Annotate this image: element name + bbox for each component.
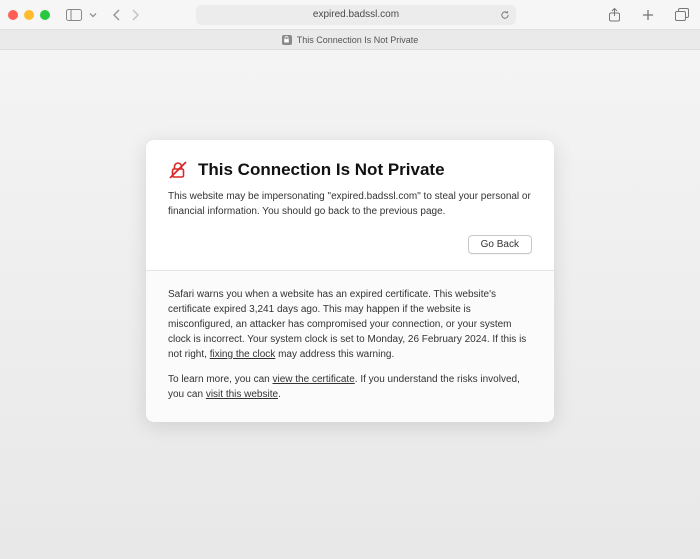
- new-tab-button[interactable]: [638, 5, 658, 25]
- warning-heading: This Connection Is Not Private: [198, 160, 445, 180]
- panel-top: This Connection Is Not Private This webs…: [146, 140, 554, 270]
- page-content: This Connection Is Not Private This webs…: [0, 50, 700, 422]
- detail-2c: .: [278, 389, 281, 400]
- maximize-window-button[interactable]: [40, 10, 50, 20]
- traffic-lights: [8, 10, 50, 20]
- certificate-detail-text: Safari warns you when a website has an e…: [168, 287, 532, 362]
- button-row: Go Back: [168, 235, 532, 254]
- window-toolbar: expired.badssl.com: [0, 0, 700, 30]
- chevron-down-icon[interactable]: [88, 5, 98, 25]
- warning-body: This website may be impersonating "expir…: [168, 190, 532, 219]
- back-button[interactable]: [112, 9, 121, 21]
- learn-more-text: To learn more, you can view the certific…: [168, 372, 532, 402]
- address-text: expired.badssl.com: [313, 9, 399, 20]
- heading-row: This Connection Is Not Private: [168, 160, 532, 180]
- go-back-button[interactable]: Go Back: [468, 235, 532, 254]
- insecure-certificate-icon: [168, 160, 188, 180]
- close-window-button[interactable]: [8, 10, 18, 20]
- panel-bottom: Safari warns you when a website has an e…: [146, 271, 554, 422]
- share-button[interactable]: [604, 5, 624, 25]
- tabs-overview-button[interactable]: [672, 5, 692, 25]
- tab-title[interactable]: This Connection Is Not Private: [297, 35, 419, 45]
- warning-panel: This Connection Is Not Private This webs…: [146, 140, 554, 422]
- toolbar-right: [604, 5, 692, 25]
- navigation-arrows: [112, 9, 140, 21]
- detail-2a: To learn more, you can: [168, 374, 273, 385]
- address-bar[interactable]: expired.badssl.com: [196, 5, 516, 25]
- sidebar-toggle-button[interactable]: [64, 5, 84, 25]
- detail-1b: may address this warning.: [275, 349, 394, 360]
- forward-button[interactable]: [131, 9, 140, 21]
- reload-button[interactable]: [500, 10, 510, 20]
- fixing-clock-link[interactable]: fixing the clock: [210, 349, 276, 360]
- insecure-lock-icon: [282, 35, 292, 45]
- view-certificate-link[interactable]: view the certificate: [273, 374, 355, 385]
- visit-website-link[interactable]: visit this website: [206, 389, 278, 400]
- minimize-window-button[interactable]: [24, 10, 34, 20]
- tab-bar: This Connection Is Not Private: [0, 30, 700, 50]
